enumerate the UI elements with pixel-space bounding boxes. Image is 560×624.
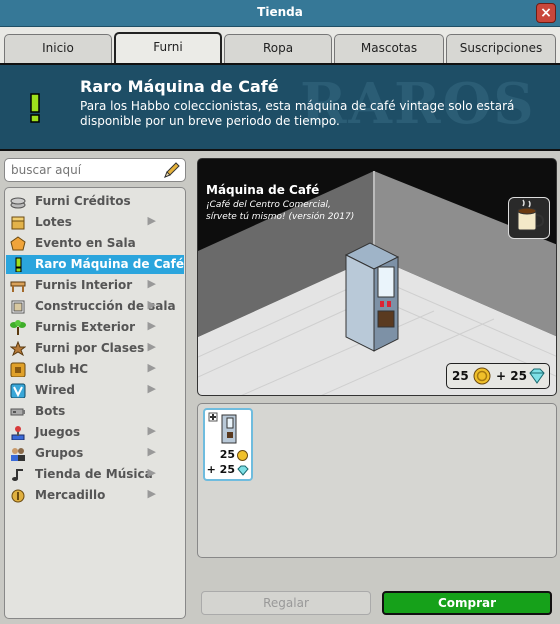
window-title: Tienda	[257, 5, 303, 19]
info-icon	[208, 412, 218, 422]
sidebar-item-label: Tienda de Música	[35, 467, 153, 481]
tab-mascotas[interactable]: Mascotas	[334, 34, 444, 63]
chevron-right-icon: ▶	[147, 487, 156, 500]
sidebar-item-raro-maquina-de-cafe[interactable]: Raro Máquina de Café	[6, 255, 184, 274]
coffee-cup-icon	[517, 199, 545, 231]
sidebar-item-label: Wired	[35, 383, 75, 397]
table-icon	[10, 281, 26, 292]
star-icon	[10, 341, 26, 356]
sidebar-item-label: Furnis Interior	[35, 278, 133, 292]
close-button[interactable]: ×	[536, 3, 556, 23]
tab-label: Inicio	[42, 41, 74, 55]
product-grid: 25 + 25	[197, 403, 557, 558]
market-icon	[11, 489, 25, 503]
wired-icon	[10, 383, 26, 398]
plant-icon	[10, 320, 26, 335]
chevron-right-icon: ▶	[147, 466, 156, 479]
banner-title: Raro Máquina de Café	[80, 77, 279, 96]
sidebar-item-construccion-de-sala[interactable]: Construcción de sala ▶	[6, 297, 184, 316]
tab-label: Ropa	[262, 41, 294, 55]
credits-coin-icon	[473, 367, 491, 385]
item-diamonds: + 25	[206, 463, 235, 476]
chevron-right-icon: ▶	[147, 277, 156, 290]
tab-suscripciones[interactable]: Suscripciones	[446, 34, 556, 63]
tab-inicio[interactable]: Inicio	[4, 34, 112, 63]
chevron-right-icon: ▶	[147, 445, 156, 458]
sidebar-item-label: Club HC	[35, 362, 89, 376]
pencil-icon[interactable]	[163, 161, 181, 179]
category-banner: RAROS Raro Máquina de Café Para los Habb…	[0, 63, 560, 151]
category-sidebar[interactable]: Furni Créditos Lotes ▶ Evento en Sala Ra…	[4, 187, 186, 619]
product-item[interactable]: 25 + 25	[203, 408, 253, 481]
sidebar-item-furnis-interior[interactable]: Furnis Interior ▶	[6, 276, 184, 295]
sidebar-item-evento-en-sala[interactable]: Evento en Sala	[6, 234, 184, 253]
tab-furni[interactable]: Furni	[114, 32, 222, 63]
item-credits: 25	[219, 448, 235, 461]
gift-button[interactable]: Regalar	[201, 591, 371, 615]
window-titlebar[interactable]: Tienda ×	[0, 0, 560, 27]
sidebar-item-label: Juegos	[35, 425, 81, 439]
chevron-right-icon: ▶	[147, 361, 156, 374]
sidebar-item-furni-creditos[interactable]: Furni Créditos	[6, 192, 184, 211]
sidebar-item-label: Mercadillo	[35, 488, 106, 502]
sidebar-item-furnis-exterior[interactable]: Furnis Exterior ▶	[6, 318, 184, 337]
chevron-right-icon: ▶	[147, 214, 156, 227]
sidebar-item-grupos[interactable]: Grupos ▶	[6, 444, 184, 463]
coins-icon	[10, 197, 26, 209]
sidebar-item-label: Furni Créditos	[35, 194, 131, 208]
coffee-machine-thumbnail	[221, 414, 237, 444]
tab-label: Furni	[153, 40, 183, 54]
product-badge	[508, 197, 550, 239]
sidebar-item-tienda-de-musica[interactable]: Tienda de Música ▶	[6, 465, 184, 484]
search-input[interactable]	[11, 162, 161, 178]
sidebar-item-club-hc[interactable]: Club HC ▶	[6, 360, 184, 379]
sidebar-item-label: Lotes	[35, 215, 72, 229]
search-box[interactable]	[4, 158, 186, 182]
chevron-right-icon: ▶	[147, 424, 156, 437]
joystick-icon	[11, 426, 25, 440]
exclamation-icon	[30, 93, 40, 123]
sidebar-item-label: Evento en Sala	[35, 236, 136, 250]
buy-button[interactable]: Comprar	[382, 591, 552, 615]
bot-icon	[10, 408, 25, 416]
price-diamonds: + 25	[496, 369, 527, 383]
hc-icon	[10, 362, 26, 377]
diamond-icon	[237, 465, 249, 476]
price-credits: 25	[452, 369, 469, 383]
bundle-icon	[11, 216, 25, 230]
tab-label: Suscripciones	[459, 41, 543, 55]
sidebar-item-lotes[interactable]: Lotes ▶	[6, 213, 184, 232]
price-tag: 25 + 25	[446, 363, 550, 389]
chevron-right-icon: ▶	[147, 298, 156, 311]
sidebar-item-label: Raro Máquina de Café	[35, 257, 184, 271]
sidebar-item-mercadillo[interactable]: Mercadillo ▶	[6, 486, 184, 505]
credits-coin-icon	[237, 450, 248, 461]
event-icon	[10, 236, 26, 251]
sidebar-item-bots[interactable]: Bots	[6, 402, 184, 421]
sidebar-item-label: Bots	[35, 404, 66, 418]
diamond-icon	[529, 368, 545, 384]
tab-label: Mascotas	[360, 41, 418, 55]
close-icon: ×	[540, 5, 552, 21]
sidebar-item-label: Furnis Exterior	[35, 320, 136, 334]
chevron-right-icon: ▶	[147, 340, 156, 353]
sidebar-item-juegos[interactable]: Juegos ▶	[6, 423, 184, 442]
banner-description: Para los Habbo coleccionistas, esta máqu…	[80, 99, 515, 128]
product-description: ¡Café del Centro Comercial, sírvete tú m…	[206, 200, 355, 222]
construction-icon	[11, 300, 25, 314]
product-title: Máquina de Café	[206, 183, 320, 197]
product-preview: Máquina de Café ¡Café del Centro Comerci…	[197, 158, 557, 396]
sidebar-item-label: Furni por Clases	[35, 341, 145, 355]
tab-bar: Inicio Furni Ropa Mascotas Suscripciones	[0, 27, 560, 63]
sidebar-item-wired[interactable]: Wired ▶	[6, 381, 184, 400]
groups-icon	[11, 448, 25, 461]
sidebar-item-label: Grupos	[35, 446, 84, 460]
exclamation-icon	[15, 257, 22, 272]
tab-ropa[interactable]: Ropa	[224, 34, 332, 63]
chevron-right-icon: ▶	[147, 319, 156, 332]
sidebar-item-furni-por-clases[interactable]: Furni por Clases ▶	[6, 339, 184, 358]
chevron-right-icon: ▶	[147, 382, 156, 395]
music-note-icon	[12, 469, 23, 481]
